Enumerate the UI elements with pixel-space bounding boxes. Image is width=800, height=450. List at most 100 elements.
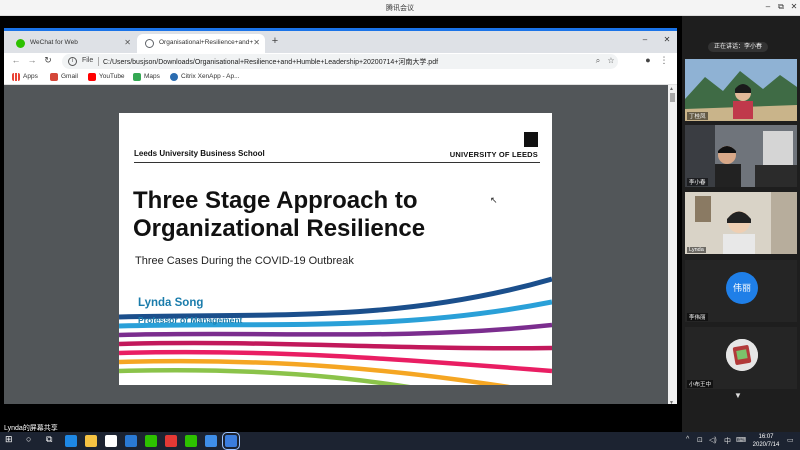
restore-button[interactable]: ⧉: [775, 2, 787, 12]
participant-name: Lynda: [687, 247, 706, 253]
wechat-icon: [16, 39, 25, 48]
avatar-image: [726, 339, 758, 371]
wave-stripe: [119, 340, 552, 351]
tab-label: Organisational+Resilience+and+: [159, 39, 254, 46]
bookmark-label: Citrix XenApp - Ap...: [181, 73, 240, 80]
slide-title-line: Three Stage Approach to: [133, 187, 418, 214]
bookmark-label: Gmail: [61, 73, 78, 80]
url-text[interactable]: C:/Users/busjson/Downloads/Organisationa…: [103, 57, 438, 67]
bookmark-label: Maps: [144, 73, 160, 80]
university-name: UNIVERSITY OF LEEDS: [449, 150, 538, 159]
scroll-thumb[interactable]: [670, 93, 675, 102]
participant-name: 李伟丽: [687, 313, 708, 321]
gmail-icon: [50, 73, 58, 81]
leeds-crest-logo: [524, 132, 538, 147]
participant-tile[interactable]: Lynda: [685, 192, 797, 254]
task-view-icon[interactable]: ⧉: [46, 434, 52, 445]
windows-taskbar: ⊞ ○ ⧉ ^ ⊡ ◁) 中 ⌨ 16:07 2020/7/14 ▭: [0, 432, 800, 450]
minimize-button[interactable]: –: [762, 2, 774, 11]
bookmark-youtube[interactable]: YouTube: [88, 73, 125, 81]
address-bar[interactable]: i File C:/Users/busjson/Downloads/Organi…: [62, 54, 618, 69]
browser-toolbar: ← → ↻ i File C:/Users/busjson/Downloads/…: [4, 53, 677, 70]
participant-panel: 正在讲话：李小春 丁桂凤 李小春 Lynda 伟丽 李伟丽 小布王中 ▼: [682, 16, 800, 432]
wechat-pc-taskbar-icon[interactable]: [145, 435, 157, 447]
tab-wechat-web[interactable]: WeChat for Web ✕: [8, 34, 136, 53]
scroll-down-icon[interactable]: ▼: [669, 400, 674, 404]
header-rule: [134, 162, 540, 163]
clock-time: 16:07: [758, 434, 774, 440]
globe-icon: [145, 39, 154, 48]
slide-subtitle: Three Cases During the COVID-19 Outbreak: [135, 255, 354, 267]
mouse-cursor-icon: ↖: [490, 195, 498, 205]
chrome-window: WeChat for Web ✕ Organisational+Resilien…: [4, 28, 677, 404]
dictionary-taskbar-icon[interactable]: [205, 435, 217, 447]
participant-video: [685, 192, 797, 254]
tab-strip: WeChat for Web ✕ Organisational+Resilien…: [4, 31, 677, 53]
participant-name: 小布王中: [687, 380, 714, 388]
forward-button[interactable]: →: [26, 55, 38, 65]
mail-taskbar-icon[interactable]: [125, 435, 137, 447]
foxit-taskbar-icon[interactable]: [165, 435, 177, 447]
explorer-taskbar-icon[interactable]: [85, 435, 97, 447]
bookmark-apps[interactable]: Apps: [12, 73, 38, 81]
account-icon[interactable]: ●: [642, 55, 654, 65]
edge-taskbar-icon[interactable]: [65, 435, 77, 447]
system-clock[interactable]: 16:07 2020/7/14: [750, 433, 782, 449]
tab-label: WeChat for Web: [30, 39, 78, 46]
decorative-waves: [119, 276, 552, 385]
citrix-icon: [170, 73, 178, 81]
zoom-icon[interactable]: ⌕: [592, 56, 604, 66]
bookmark-maps[interactable]: Maps: [133, 73, 160, 81]
chrome-close-button[interactable]: ✕: [658, 35, 676, 44]
apps-grid-icon: [12, 73, 20, 81]
star-icon[interactable]: ☆: [605, 56, 617, 65]
scroll-up-icon[interactable]: ▲: [669, 86, 674, 92]
network-icon[interactable]: ⊡: [697, 436, 703, 444]
menu-icon[interactable]: ⋮: [658, 55, 670, 66]
participant-tile[interactable]: 丁桂凤: [685, 59, 797, 121]
participant-avatar: [726, 339, 758, 371]
tencent-meeting-taskbar-icon[interactable]: [222, 432, 240, 450]
more-participants-icon[interactable]: ▼: [734, 391, 742, 400]
address-separator: [98, 57, 99, 66]
chrome-minimize-button[interactable]: –: [636, 35, 654, 44]
slide-title-line: Organizational Resilience: [133, 215, 426, 242]
participant-tile[interactable]: 李小春: [685, 125, 797, 187]
info-icon[interactable]: i: [68, 57, 77, 66]
pdf-viewer[interactable]: ▲ ▼ Leeds University Business School UNI…: [4, 85, 677, 404]
close-tab-icon[interactable]: ✕: [124, 38, 131, 47]
bookmarks-bar: Apps Gmail YouTube Maps Citrix XenApp - …: [4, 70, 677, 85]
store-taskbar-icon[interactable]: [105, 435, 117, 447]
wechat-taskbar-icon[interactable]: [185, 435, 197, 447]
participant-name: 李小春: [687, 178, 708, 186]
bookmark-gmail[interactable]: Gmail: [50, 73, 78, 81]
participant-tile[interactable]: 小布王中: [685, 327, 797, 389]
reload-button[interactable]: ↻: [42, 55, 54, 66]
tray-overflow-icon[interactable]: ^: [686, 436, 689, 443]
pdf-scrollbar[interactable]: ▲ ▼: [668, 85, 677, 404]
close-button[interactable]: ✕: [788, 2, 800, 11]
speaking-indicator: 正在讲话：李小春: [708, 42, 769, 52]
clock-date: 2020/7/14: [752, 442, 780, 448]
participant-tile[interactable]: 伟丽 李伟丽: [685, 260, 797, 322]
slide-title: Three Stage Approach to Organizational R…: [133, 187, 533, 243]
ime-icon[interactable]: ⌨: [736, 436, 746, 444]
back-button[interactable]: ←: [10, 55, 22, 65]
close-tab-icon[interactable]: ✕: [253, 38, 260, 47]
notification-icon[interactable]: ▭: [787, 436, 794, 444]
file-scheme-label: File: [82, 57, 94, 64]
bookmark-label: YouTube: [99, 73, 125, 80]
start-button[interactable]: ⊞: [5, 434, 13, 445]
participant-avatar: 伟丽: [726, 272, 758, 304]
new-tab-button[interactable]: +: [268, 35, 282, 47]
tab-pdf[interactable]: Organisational+Resilience+and+ ✕: [137, 34, 265, 53]
search-icon[interactable]: ○: [26, 434, 31, 444]
language-indicator[interactable]: 中: [724, 436, 731, 446]
volume-icon[interactable]: ◁): [709, 436, 717, 444]
meeting-titlebar: 腾讯会议 – ⧉ ✕: [0, 0, 800, 16]
pdf-page: Leeds University Business School UNIVERS…: [119, 113, 552, 385]
bookmark-citrix[interactable]: Citrix XenApp - Ap...: [170, 73, 240, 81]
tencent-meeting-window: 腾讯会议 – ⧉ ✕ WeChat for Web ✕ Organisation…: [0, 0, 800, 450]
school-name: Leeds University Business School: [134, 149, 265, 158]
youtube-icon: [88, 73, 96, 81]
